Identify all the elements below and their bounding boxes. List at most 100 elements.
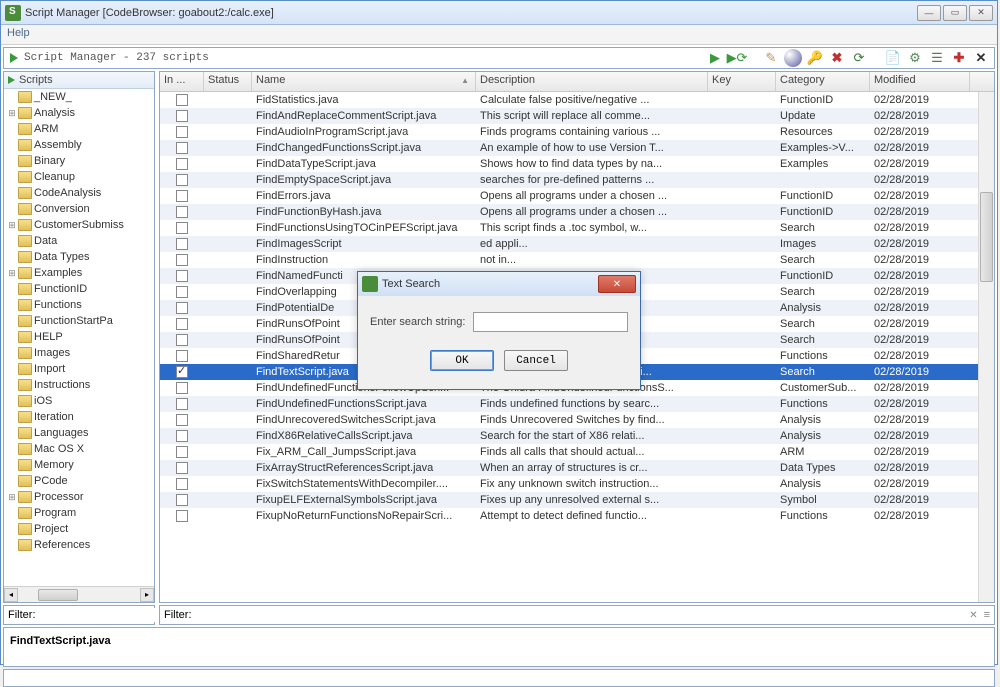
col-name[interactable]: Name▲	[252, 72, 476, 91]
row-checkbox[interactable]	[176, 222, 188, 234]
sidebar-item[interactable]: References	[4, 537, 154, 553]
table-row[interactable]: FixSwitchStatementsWithDecompiler....Fix…	[160, 476, 994, 492]
sidebar-item[interactable]: Cleanup	[4, 169, 154, 185]
sidebar-item[interactable]: Binary	[4, 153, 154, 169]
row-checkbox[interactable]	[176, 430, 188, 442]
dialog-titlebar[interactable]: Text Search ✕	[358, 272, 640, 296]
scroll-left-icon[interactable]: ◂	[4, 588, 18, 602]
sidebar-item[interactable]: Conversion	[4, 201, 154, 217]
table-row[interactable]: FixupNoReturnFunctionsNoRepairScri...Att…	[160, 508, 994, 524]
row-checkbox[interactable]	[176, 286, 188, 298]
sidebar-item[interactable]: _NEW_	[4, 89, 154, 105]
add-icon[interactable]: ✚	[950, 49, 968, 67]
refresh-icon[interactable]: ⟳	[850, 49, 868, 67]
row-checkbox[interactable]	[176, 318, 188, 330]
row-checkbox[interactable]	[176, 446, 188, 458]
row-checkbox[interactable]	[176, 174, 188, 186]
row-checkbox[interactable]	[176, 158, 188, 170]
sidebar-item[interactable]: Assembly	[4, 137, 154, 153]
col-desc[interactable]: Description	[476, 72, 708, 91]
table-row[interactable]: FindAudioInProgramScript.javaFinds progr…	[160, 124, 994, 140]
search-input[interactable]	[473, 312, 628, 332]
sidebar-item[interactable]: Languages	[4, 425, 154, 441]
table-row[interactable]: FindEmptySpaceScript.javasearches for pr…	[160, 172, 994, 188]
table-row[interactable]: FindErrors.javaOpens all programs under …	[160, 188, 994, 204]
table-row[interactable]: FixArrayStructReferencesScript.java When…	[160, 460, 994, 476]
tree[interactable]: _NEW_⊞AnalysisARMAssemblyBinaryCleanupCo…	[4, 89, 154, 586]
eclipse-icon[interactable]	[784, 49, 802, 67]
row-checkbox[interactable]	[176, 478, 188, 490]
table-scrollbar[interactable]	[978, 92, 994, 602]
sidebar-item[interactable]: FunctionID	[4, 281, 154, 297]
sidebar-item[interactable]: Import	[4, 361, 154, 377]
row-checkbox[interactable]	[176, 110, 188, 122]
row-checkbox[interactable]	[176, 254, 188, 266]
table-row[interactable]: FixupELFExternalSymbolsScript.javaFixes …	[160, 492, 994, 508]
new-script-icon[interactable]: ⚙	[906, 49, 924, 67]
table-row[interactable]: FindUndefinedFunctionsScript.javaFinds u…	[160, 396, 994, 412]
col-cat[interactable]: Category	[776, 72, 870, 91]
sidebar-item[interactable]: Project	[4, 521, 154, 537]
filter-options-icon[interactable]: ≡	[984, 609, 990, 621]
run-again-icon[interactable]: ▶⟳	[728, 49, 746, 67]
table-row[interactable]: FidStatistics.javaCalculate false positi…	[160, 92, 994, 108]
table-row[interactable]: FindAndReplaceCommentScript.javaThis scr…	[160, 108, 994, 124]
row-checkbox[interactable]	[176, 206, 188, 218]
cancel-button[interactable]: Cancel	[504, 350, 568, 371]
row-checkbox[interactable]	[176, 510, 188, 522]
row-checkbox[interactable]	[176, 382, 188, 394]
row-checkbox[interactable]	[176, 462, 188, 474]
scroll-thumb[interactable]	[980, 192, 993, 282]
sidebar-item[interactable]: iOS	[4, 393, 154, 409]
sidebar-item[interactable]: Data Types	[4, 249, 154, 265]
table-filter-input[interactable]	[196, 608, 966, 622]
close-panel-icon[interactable]: ✕	[972, 49, 990, 67]
row-checkbox[interactable]	[176, 494, 188, 506]
table-row[interactable]: FindDataTypeScript.javaShows how to find…	[160, 156, 994, 172]
sidebar-item[interactable]: Images	[4, 345, 154, 361]
sidebar-item[interactable]: Data	[4, 233, 154, 249]
row-checkbox[interactable]	[176, 94, 188, 106]
clear-icon[interactable]: ✕	[969, 610, 977, 621]
sidebar-item[interactable]: Memory	[4, 457, 154, 473]
table-row[interactable]: FindInstructionnot in...Search02/28/2019	[160, 252, 994, 268]
table-row[interactable]: FindChangedFunctionsScript.javaAn exampl…	[160, 140, 994, 156]
row-checkbox[interactable]	[176, 350, 188, 362]
sidebar-item[interactable]: ⊞Processor	[4, 489, 154, 505]
table-row[interactable]: FindFunctionsUsingTOCinPEFScript.javaThi…	[160, 220, 994, 236]
sidebar-item[interactable]: FunctionStartPa	[4, 313, 154, 329]
row-checkbox[interactable]	[176, 190, 188, 202]
col-status[interactable]: Status	[204, 72, 252, 91]
list-icon[interactable]: ☰	[928, 49, 946, 67]
tree-scrollbar[interactable]: ◂ ▸	[4, 586, 154, 602]
maximize-button[interactable]: ▭	[943, 5, 967, 21]
sidebar-item[interactable]: ⊞Examples	[4, 265, 154, 281]
scroll-thumb[interactable]	[38, 589, 78, 601]
titlebar[interactable]: Script Manager [CodeBrowser: goabout2:/c…	[1, 1, 997, 25]
sidebar-item[interactable]: ARM	[4, 121, 154, 137]
sidebar-item[interactable]: CodeAnalysis	[4, 185, 154, 201]
scroll-right-icon[interactable]: ▸	[140, 588, 154, 602]
col-in[interactable]: In ...	[160, 72, 204, 91]
sidebar-item[interactable]: Functions	[4, 297, 154, 313]
row-checkbox[interactable]	[176, 126, 188, 138]
row-checkbox[interactable]	[176, 334, 188, 346]
key-icon[interactable]: 🔑	[806, 49, 824, 67]
edit-icon[interactable]: ✎	[762, 49, 780, 67]
table-row[interactable]: FindX86RelativeCallsScript.javaSearch fo…	[160, 428, 994, 444]
sidebar-item[interactable]: Iteration	[4, 409, 154, 425]
table-row[interactable]: FindFunctionByHash.javaOpens all program…	[160, 204, 994, 220]
col-mod[interactable]: Modified	[870, 72, 970, 91]
ok-button[interactable]: OK	[430, 350, 494, 371]
sidebar-item[interactable]: HELP	[4, 329, 154, 345]
row-checkbox[interactable]	[176, 398, 188, 410]
menu-help[interactable]: Help	[7, 27, 30, 39]
sidebar-item[interactable]: Mac OS X	[4, 441, 154, 457]
sidebar-item[interactable]: Instructions	[4, 377, 154, 393]
row-checkbox[interactable]	[176, 366, 188, 378]
sidebar-item[interactable]: PCode	[4, 473, 154, 489]
table-row[interactable]: FindImagesScripted appli...Images02/28/2…	[160, 236, 994, 252]
dialog-close-button[interactable]: ✕	[598, 275, 636, 293]
row-checkbox[interactable]	[176, 302, 188, 314]
sidebar-item[interactable]: ⊞Analysis	[4, 105, 154, 121]
